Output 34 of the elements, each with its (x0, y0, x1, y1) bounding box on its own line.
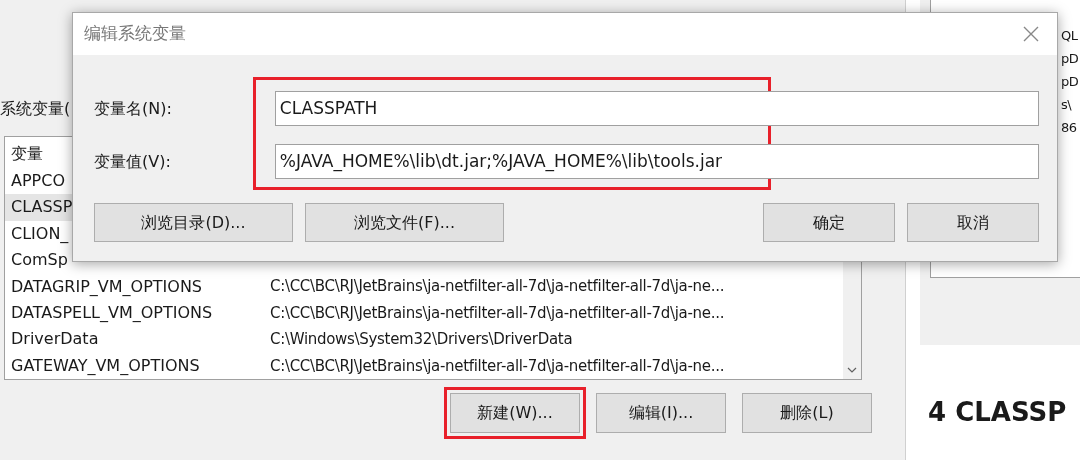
dialog-button[interactable]: 确定 (763, 203, 895, 242)
close-icon[interactable] (1023, 26, 1039, 42)
value-fragment: QL (1061, 26, 1078, 45)
variable-value: C:\CC\BC\RJ\JetBrains\ja-netfilter-all-7d\ja-netfilter-all-7d\ja-ne... (270, 276, 725, 298)
section-label: 系统变量( (0, 98, 71, 120)
variable-name: DATAGRIP_VM_OPTIONS (11, 275, 203, 298)
variable-name: DriverData (11, 328, 99, 351)
variable-name: APPCO (11, 170, 65, 193)
section-heading: 4 CLASSP (928, 396, 1067, 429)
input-field[interactable]: %JAVA_HOME%\lib\dt.jar;%JAVA_HOME%\lib\tools.jar (274, 144, 1039, 179)
variable-value: C:\CC\BC\RJ\JetBrains\ja-netfilter-all-7d\ja-netfilter-all-7d\ja-ne... (270, 302, 725, 324)
field-label: 变量值(V): (94, 150, 172, 173)
list-action-button[interactable]: 删除(L) (742, 393, 872, 433)
variable-value: C:\CC\BC\RJ\JetBrains\ja-netfilter-all-7d\ja-netfilter-all-7d\ja-ne... (270, 355, 725, 377)
browse-button[interactable]: 浏览文件(F)... (305, 203, 504, 242)
field-label: 变量名(N): (94, 97, 173, 120)
window-title: 编辑系统变量 (84, 22, 186, 46)
variable-name: GATEWAY_VM_OPTIONS (11, 354, 200, 377)
value-fragment: s\ (1061, 95, 1072, 114)
variable-name: DATASPELL_VM_OPTIONS (11, 302, 213, 325)
value-fragment: 86 (1061, 118, 1077, 137)
list-action-button[interactable]: 编辑(I)... (596, 393, 726, 433)
variable-name: CLASSP (11, 196, 73, 219)
chevron-down-icon[interactable] (847, 367, 857, 373)
browse-button[interactable]: 浏览目录(D)... (94, 203, 293, 242)
variable-name: ComSp (11, 249, 68, 272)
input-field[interactable]: CLASSPATH (274, 91, 1039, 126)
variable-value: C:\Windows\System32\Drivers\DriverData (270, 329, 573, 351)
column-header: 变量 (11, 143, 43, 166)
value-fragment: pD (1061, 72, 1079, 91)
dialog-button[interactable]: 取消 (907, 203, 1039, 242)
list-action-button[interactable]: 新建(W)... (450, 393, 580, 433)
value-fragment: pD (1061, 49, 1079, 68)
variable-name: CLION_ (11, 222, 69, 245)
